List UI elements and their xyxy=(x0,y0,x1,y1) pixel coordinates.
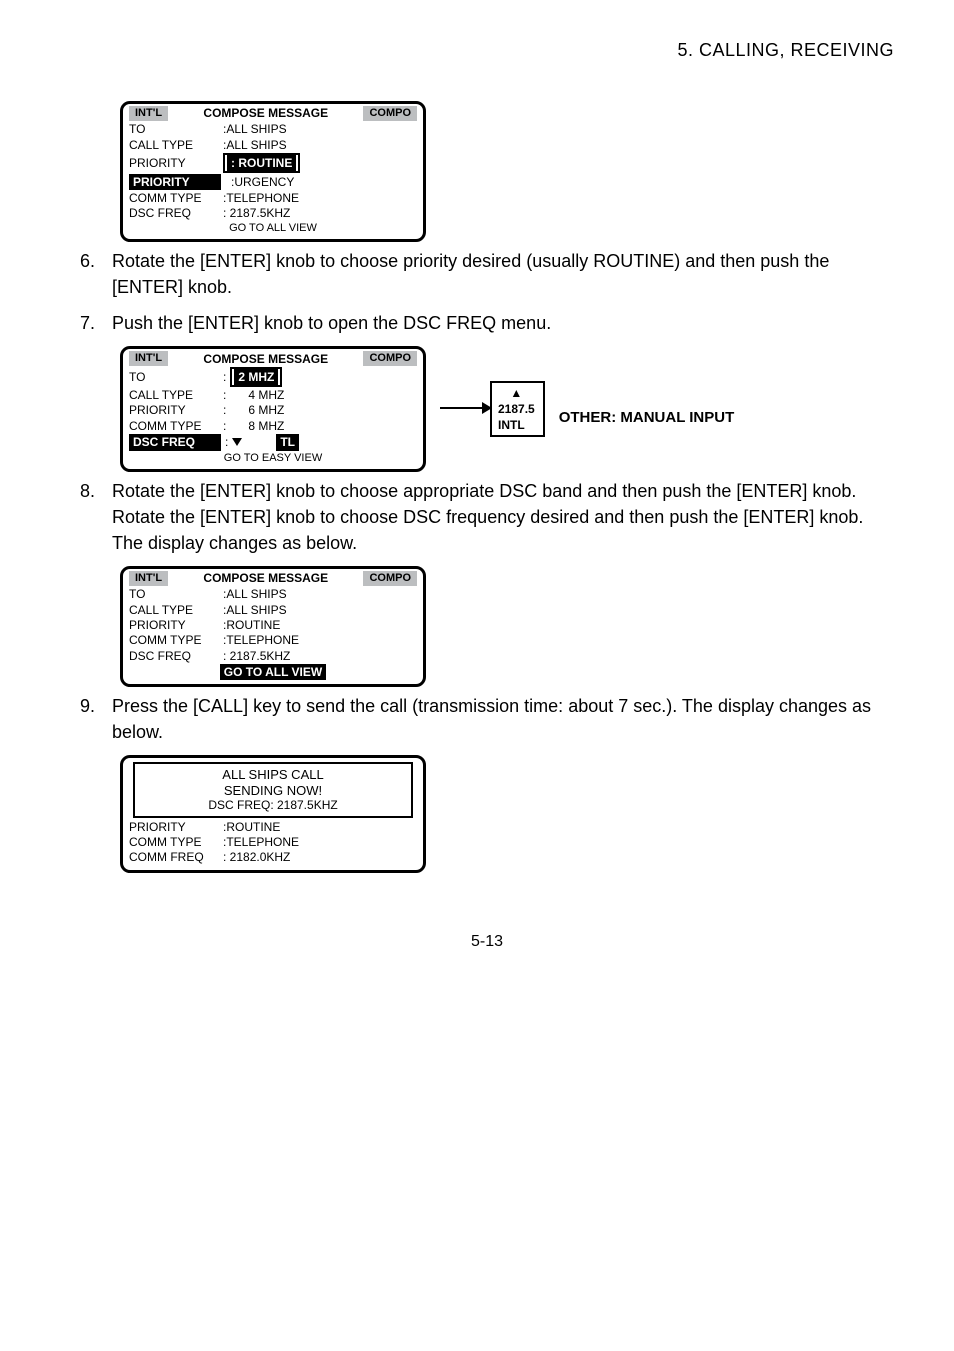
priority-label: PRIORITY xyxy=(129,820,219,834)
step-8-text: Rotate the [ENTER] knob to choose approp… xyxy=(112,478,894,556)
tab-intl: INT'L xyxy=(129,571,168,586)
commtype-label: COMM TYPE xyxy=(129,835,219,849)
calltype-label: CALL TYPE xyxy=(129,138,219,152)
freq-option-2187: 2187.5 xyxy=(498,401,535,417)
commfreq-label: COMM FREQ xyxy=(129,850,219,864)
goto-allview-selected: GO TO ALL VIEW xyxy=(220,664,326,680)
calltype-value: :ALL SHIPS xyxy=(223,603,287,617)
triangle-down-icon xyxy=(232,438,242,446)
to-label: TO xyxy=(129,370,219,384)
sending-line1: ALL SHIPS CALL xyxy=(141,767,405,783)
priority-value: :ROUTINE xyxy=(223,618,280,632)
step-7-number: 7. xyxy=(80,310,112,336)
dscfreq-value: : 2187.5KHZ xyxy=(223,206,290,220)
tab-intl: INT'L xyxy=(129,351,168,366)
page-number: 5-13 xyxy=(80,933,894,951)
to-label: TO xyxy=(129,122,219,136)
lcd-screen-dscfreq: INT'L COMPOSE MESSAGE COMPO TO: 2 MHZ CA… xyxy=(120,346,426,472)
to-label: TO xyxy=(129,587,219,601)
commtype-label: COMM TYPE xyxy=(129,191,219,205)
step-6-number: 6. xyxy=(80,248,112,300)
freq-highlight: 2 MHZ xyxy=(230,367,282,387)
calltype-value: :ALL SHIPS xyxy=(223,138,287,152)
scroll-up-icon: ▲ xyxy=(498,385,535,401)
commtype-value: :TELEPHONE xyxy=(223,633,299,647)
goto-easyview: GO TO EASY VIEW xyxy=(129,452,417,465)
lcd-screen-priority: INT'L COMPOSE MESSAGE COMPO TO :ALL SHIPS… xyxy=(120,101,426,242)
sending-line3: DSC FREQ: 2187.5KHZ xyxy=(141,798,405,812)
priority-label: PRIORITY xyxy=(129,618,219,632)
calltype-label: CALL TYPE xyxy=(129,388,219,402)
step-9-number: 9. xyxy=(80,693,112,745)
commtype-label: COMM TYPE xyxy=(129,419,219,433)
tab-compo: COMPO xyxy=(363,571,417,586)
priority-highlight: : ROUTINE xyxy=(223,153,300,173)
other-label: OTHER: MANUAL INPUT xyxy=(559,409,735,426)
lcd-screen-sending: ALL SHIPS CALL SENDING NOW! DSC FREQ: 21… xyxy=(120,755,426,873)
commtype-value: :TELEPHONE xyxy=(223,191,299,205)
step-7-text: Push the [ENTER] knob to open the DSC FR… xyxy=(112,310,894,336)
commtype-value: :TELEPHONE xyxy=(223,835,299,849)
tl-badge: TL xyxy=(276,434,299,450)
dscfreq-label: DSC FREQ xyxy=(129,649,219,663)
lcd-screen-composed: INT'L COMPOSE MESSAGE COMPO TO :ALL SHIPS… xyxy=(120,566,426,687)
commfreq-value: : 2182.0KHZ xyxy=(223,850,290,864)
freq-8mhz: 8 MHZ xyxy=(248,419,284,433)
freq-4mhz: 4 MHZ xyxy=(248,388,284,402)
freq-list-popup: ▲ 2187.5 INTL xyxy=(490,381,545,438)
priority-label: PRIORITY xyxy=(129,156,219,170)
priority-selected-label: PRIORITY xyxy=(129,174,221,190)
compose-title: COMPOSE MESSAGE xyxy=(203,106,328,120)
priority-value: :ROUTINE xyxy=(223,820,280,834)
chapter-header: 5. CALLING, RECEIVING xyxy=(80,40,894,61)
step-6-text: Rotate the [ENTER] knob to choose priori… xyxy=(112,248,894,300)
goto-allview: GO TO ALL VIEW xyxy=(129,222,417,235)
freq-2mhz: 2 MHZ xyxy=(234,369,278,385)
tab-compo: COMPO xyxy=(363,351,417,366)
dscfreq-value: : 2187.5KHZ xyxy=(223,649,290,663)
step-9-text: Press the [CALL] key to send the call (t… xyxy=(112,693,894,745)
priority-label: PRIORITY xyxy=(129,403,219,417)
step-8-number: 8. xyxy=(80,478,112,556)
tab-intl: INT'L xyxy=(129,106,168,121)
tab-compo: COMPO xyxy=(363,106,417,121)
arrow-right-icon xyxy=(440,407,490,409)
to-value: :ALL SHIPS xyxy=(223,122,287,136)
compose-title: COMPOSE MESSAGE xyxy=(203,571,328,585)
to-value: :ALL SHIPS xyxy=(223,587,287,601)
sending-line2: SENDING NOW! xyxy=(141,783,405,799)
commtype-label: COMM TYPE xyxy=(129,633,219,647)
priority-value: : ROUTINE xyxy=(227,155,296,171)
freq-option-intl: INTL xyxy=(498,417,535,433)
calltype-label: CALL TYPE xyxy=(129,603,219,617)
freq-6mhz: 6 MHZ xyxy=(248,403,284,417)
compose-title: COMPOSE MESSAGE xyxy=(203,352,328,366)
dscfreq-label: DSC FREQ xyxy=(129,206,219,220)
dscfreq-selected: DSC FREQ xyxy=(129,434,221,450)
